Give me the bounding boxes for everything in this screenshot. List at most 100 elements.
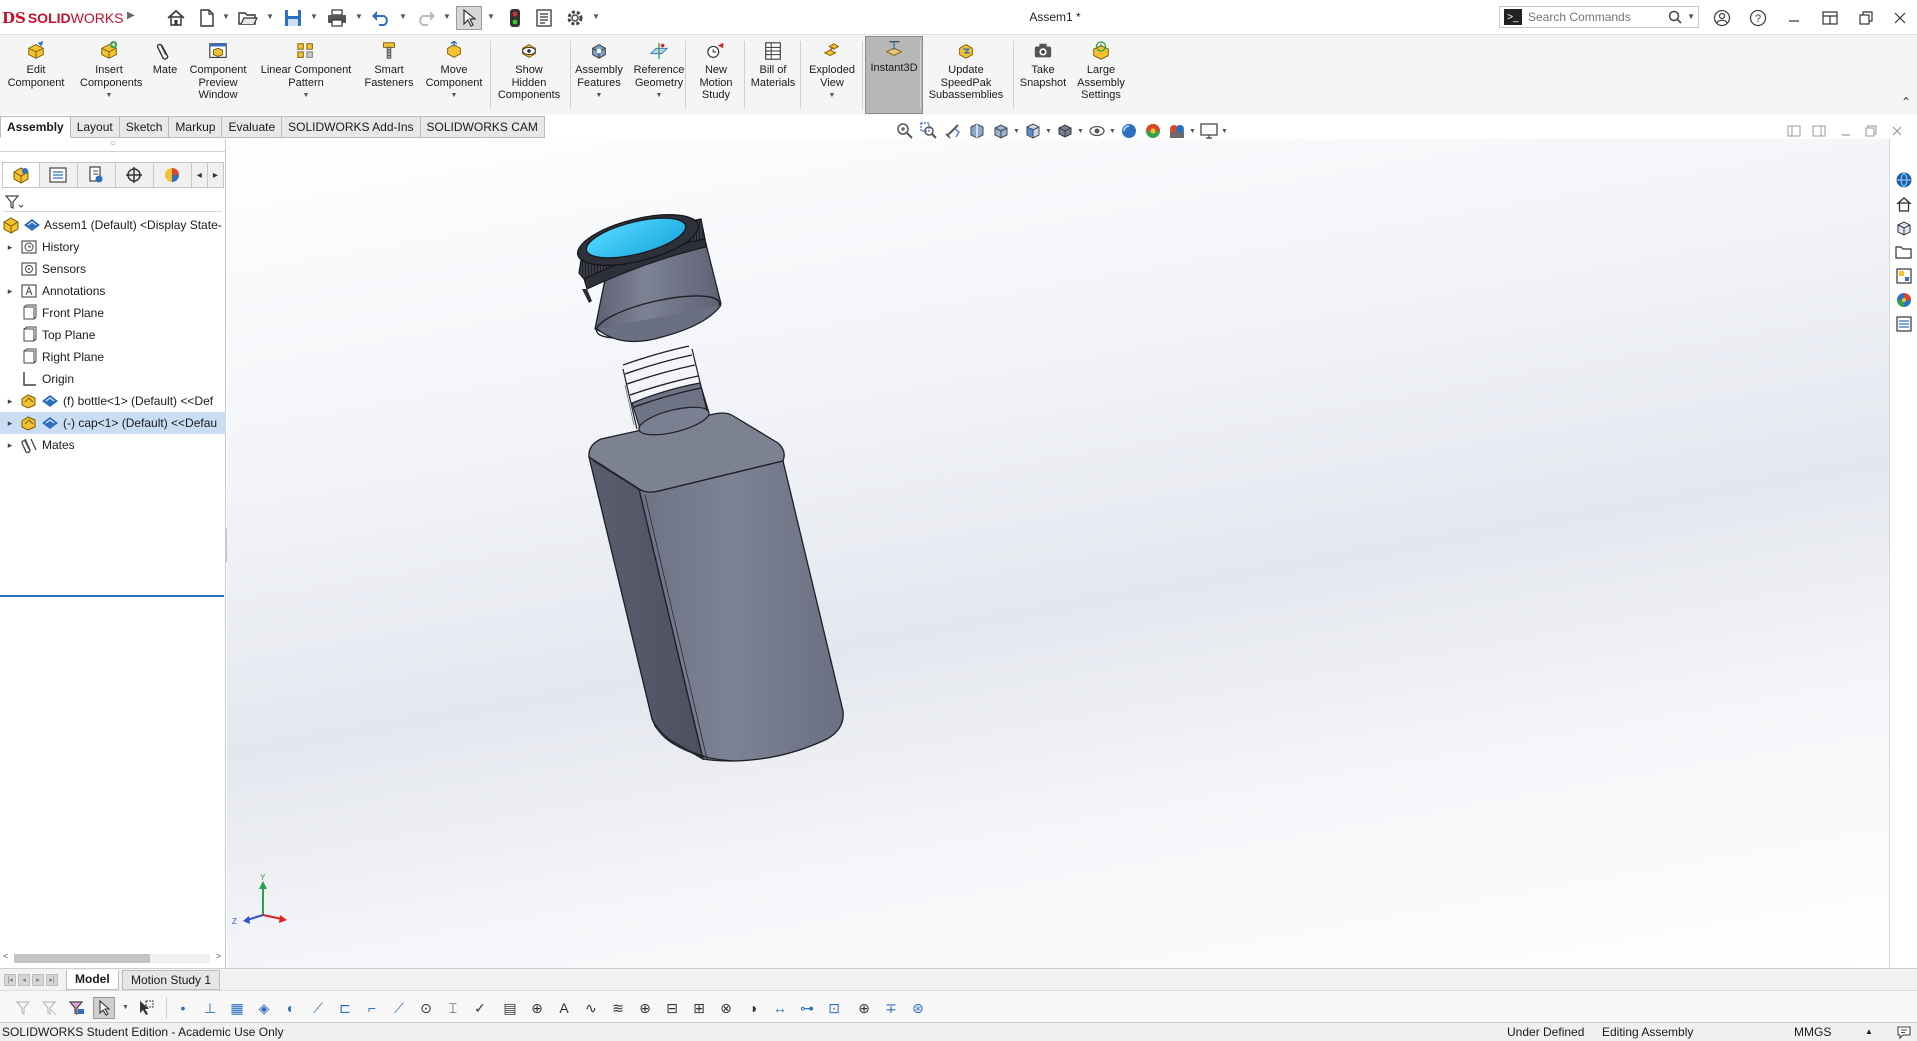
ribbon-new-motion-study-button[interactable]: New Motion Study <box>690 39 742 113</box>
toggle-selection-filter-icon[interactable] <box>12 997 34 1019</box>
unit-system-arrow-icon[interactable]: ▲ <box>1865 1027 1873 1036</box>
tile-windows-icon[interactable] <box>1816 5 1844 31</box>
tab-solidworks-add-ins[interactable]: SOLIDWORKS Add-Ins <box>282 116 421 138</box>
box-select-icon[interactable] <box>135 997 157 1019</box>
tab-evaluate[interactable]: Evaluate <box>222 116 283 138</box>
feature-tree-horizontal-scrollbar[interactable]: < > <box>0 950 224 966</box>
view-settings-dropdown-icon[interactable]: ▼ <box>1221 128 1229 135</box>
panel-grip-handle[interactable]: ○ <box>0 139 226 151</box>
ribbon-large-assembly-settings-button[interactable]: Large Assembly Settings <box>1070 39 1132 113</box>
ribbon-show-hidden-components-button[interactable]: Show Hidden Components <box>494 39 564 113</box>
solidworks-logo[interactable]: DS SOLIDWORKS <box>2 8 124 28</box>
intersection-snap-icon[interactable]: ◐ <box>280 997 302 1019</box>
filter-surface-finish-icon[interactable]: ◑ <box>742 997 764 1019</box>
tabs-scroll-left-icon[interactable]: ◂ <box>191 162 208 188</box>
save-dropdown-icon[interactable]: ▼ <box>310 12 318 22</box>
filter-planes-icon[interactable]: ≋ <box>607 997 629 1019</box>
last-tab-icon[interactable]: ▸| <box>46 974 58 986</box>
options-dropdown-icon[interactable]: ▼ <box>592 12 600 22</box>
scroll-thumb[interactable] <box>14 954 150 963</box>
print-dropdown-icon[interactable]: ▼ <box>355 12 363 22</box>
expand-arrow-icon[interactable]: ▸ <box>5 440 15 451</box>
filter-sketch-segments-icon[interactable]: ⊟ <box>661 997 683 1019</box>
home-icon[interactable] <box>163 6 189 30</box>
new-document-icon[interactable] <box>194 6 220 30</box>
ribbon-edit-component-button[interactable]: Edit Component <box>0 39 72 113</box>
home-taskpane-icon[interactable] <box>1893 193 1915 215</box>
ribbon-dropdown-arrow-icon[interactable]: ▼ <box>804 90 860 103</box>
tab-layout[interactable]: Layout <box>70 116 120 138</box>
dimxpertmanager-tab-icon[interactable] <box>115 162 154 188</box>
new-dropdown-icon[interactable]: ▼ <box>222 12 230 22</box>
tab-markup[interactable]: Markup <box>169 116 223 138</box>
point-snap-icon[interactable]: • <box>172 997 194 1019</box>
orientation-dropdown-icon[interactable]: ▼ <box>1045 128 1053 135</box>
ribbon-reference-geometry-button[interactable]: Reference Geometry ▼ <box>630 39 688 113</box>
open-dropdown-icon[interactable]: ▼ <box>266 12 274 22</box>
ribbon-update-speedpak-subassemblies-button[interactable]: Update SpeedPak Subassemblies <box>925 39 1007 113</box>
menu-expand-arrow-icon[interactable]: ▶ <box>127 10 135 21</box>
tree-item-origin[interactable]: Origin <box>0 368 226 390</box>
first-tab-icon[interactable]: |◂ <box>4 974 16 986</box>
select-dropdown-icon[interactable]: ▼ <box>487 12 495 22</box>
tree-item-front-plane[interactable]: Front Plane <box>0 302 226 324</box>
filter-funnel-icon[interactable] <box>4 194 24 210</box>
section-dropdown-icon[interactable]: ▼ <box>1013 128 1021 135</box>
tree-item-right-plane[interactable]: Right Plane <box>0 346 226 368</box>
view-palette-icon[interactable] <box>1893 265 1915 287</box>
search-icon[interactable] <box>1668 10 1682 27</box>
displaymanager-tab-icon[interactable] <box>153 162 192 188</box>
scroll-left-arrow-icon[interactable]: < <box>3 951 8 961</box>
filter-midpoints-icon[interactable]: ⊞ <box>688 997 710 1019</box>
viewport-close-icon[interactable] <box>1886 122 1908 140</box>
undo-dropdown-icon[interactable]: ▼ <box>399 12 407 22</box>
select-mode-dropdown-icon[interactable]: ▼ <box>122 1004 129 1011</box>
select-mode-arrow-icon[interactable] <box>93 997 115 1019</box>
tab-assembly[interactable]: Assembly <box>0 116 71 138</box>
prev-tab-icon[interactable]: ◂ <box>18 974 30 986</box>
file-properties-icon[interactable] <box>531 6 557 30</box>
filter-cosmetic-threads-icon[interactable]: ⊕ <box>853 997 875 1019</box>
save-icon[interactable] <box>280 6 306 30</box>
restore-window-icon[interactable] <box>1852 5 1880 31</box>
horizontal-vertical-snap-icon[interactable]: ⊙ <box>415 997 437 1019</box>
angle-snap-icon[interactable]: ⌶ <box>442 997 464 1019</box>
ribbon-assembly-features-button[interactable]: Assembly Features ▼ <box>573 39 625 113</box>
filter-faces-icon[interactable]: ⊕ <box>526 997 548 1019</box>
select-arrow-icon[interactable] <box>456 6 482 30</box>
custom-properties-icon[interactable] <box>1893 313 1915 335</box>
midpoint-snap-icon[interactable]: ▦ <box>226 997 248 1019</box>
select-all-filters-icon[interactable] <box>66 997 88 1019</box>
tree-item-history[interactable]: ▸ History <box>0 236 226 258</box>
redo-dropdown-icon[interactable]: ▼ <box>443 12 451 22</box>
collapse-ribbon-icon[interactable]: ⌃ <box>1901 95 1911 109</box>
filter-sketch-points-icon[interactable]: ⊕ <box>634 997 656 1019</box>
ribbon-dropdown-arrow-icon[interactable]: ▼ <box>573 90 625 103</box>
filter-axes-icon[interactable]: ∿ <box>580 997 602 1019</box>
configurationmanager-tab-icon[interactable] <box>77 162 116 188</box>
search-commands-input[interactable] <box>1528 10 1668 24</box>
tree-item-f-bottle-1-default-def[interactable]: ▸ (f) bottle<1> (Default) <<Def <box>0 390 226 412</box>
tree-item-cap-1-default-defau[interactable]: ▸ (-) cap<1> (Default) <<Defau <box>0 412 226 434</box>
filter-mates-icon[interactable]: ⊛ <box>907 997 929 1019</box>
filter-blocks-icon[interactable]: ∓ <box>880 997 902 1019</box>
rebuild-status-icon[interactable] <box>1896 1024 1912 1041</box>
expand-arrow-icon[interactable]: ▸ <box>5 242 15 253</box>
rollback-bar[interactable] <box>0 595 224 597</box>
clear-filters-icon[interactable] <box>38 997 60 1019</box>
ribbon-dropdown-arrow-icon[interactable]: ▼ <box>256 90 356 103</box>
ribbon-smart-fasteners-button[interactable]: Smart Fasteners <box>364 39 414 113</box>
ribbon-dropdown-arrow-icon[interactable]: ▼ <box>80 90 138 103</box>
ribbon-exploded-view-button[interactable]: Exploded View ▼ <box>804 39 860 113</box>
search-dropdown-icon[interactable]: ▼ <box>1687 12 1695 21</box>
solidworks-resources-icon[interactable] <box>1893 169 1915 191</box>
tab-motion-study-1[interactable]: Motion Study 1 <box>122 970 221 990</box>
tree-item-annotations[interactable]: ▸ Annotations <box>0 280 226 302</box>
hide-show-dropdown-icon[interactable]: ▼ <box>1109 128 1117 135</box>
tree-item-sensors[interactable]: Sensors <box>0 258 226 280</box>
scroll-right-arrow-icon[interactable]: > <box>216 951 221 961</box>
nearest-snap-icon[interactable]: ⟋ <box>307 997 329 1019</box>
tangent-snap-icon[interactable]: ⊏ <box>334 997 356 1019</box>
print-icon[interactable] <box>324 6 350 30</box>
ribbon-move-component-button[interactable]: Move Component ▼ <box>420 39 488 113</box>
